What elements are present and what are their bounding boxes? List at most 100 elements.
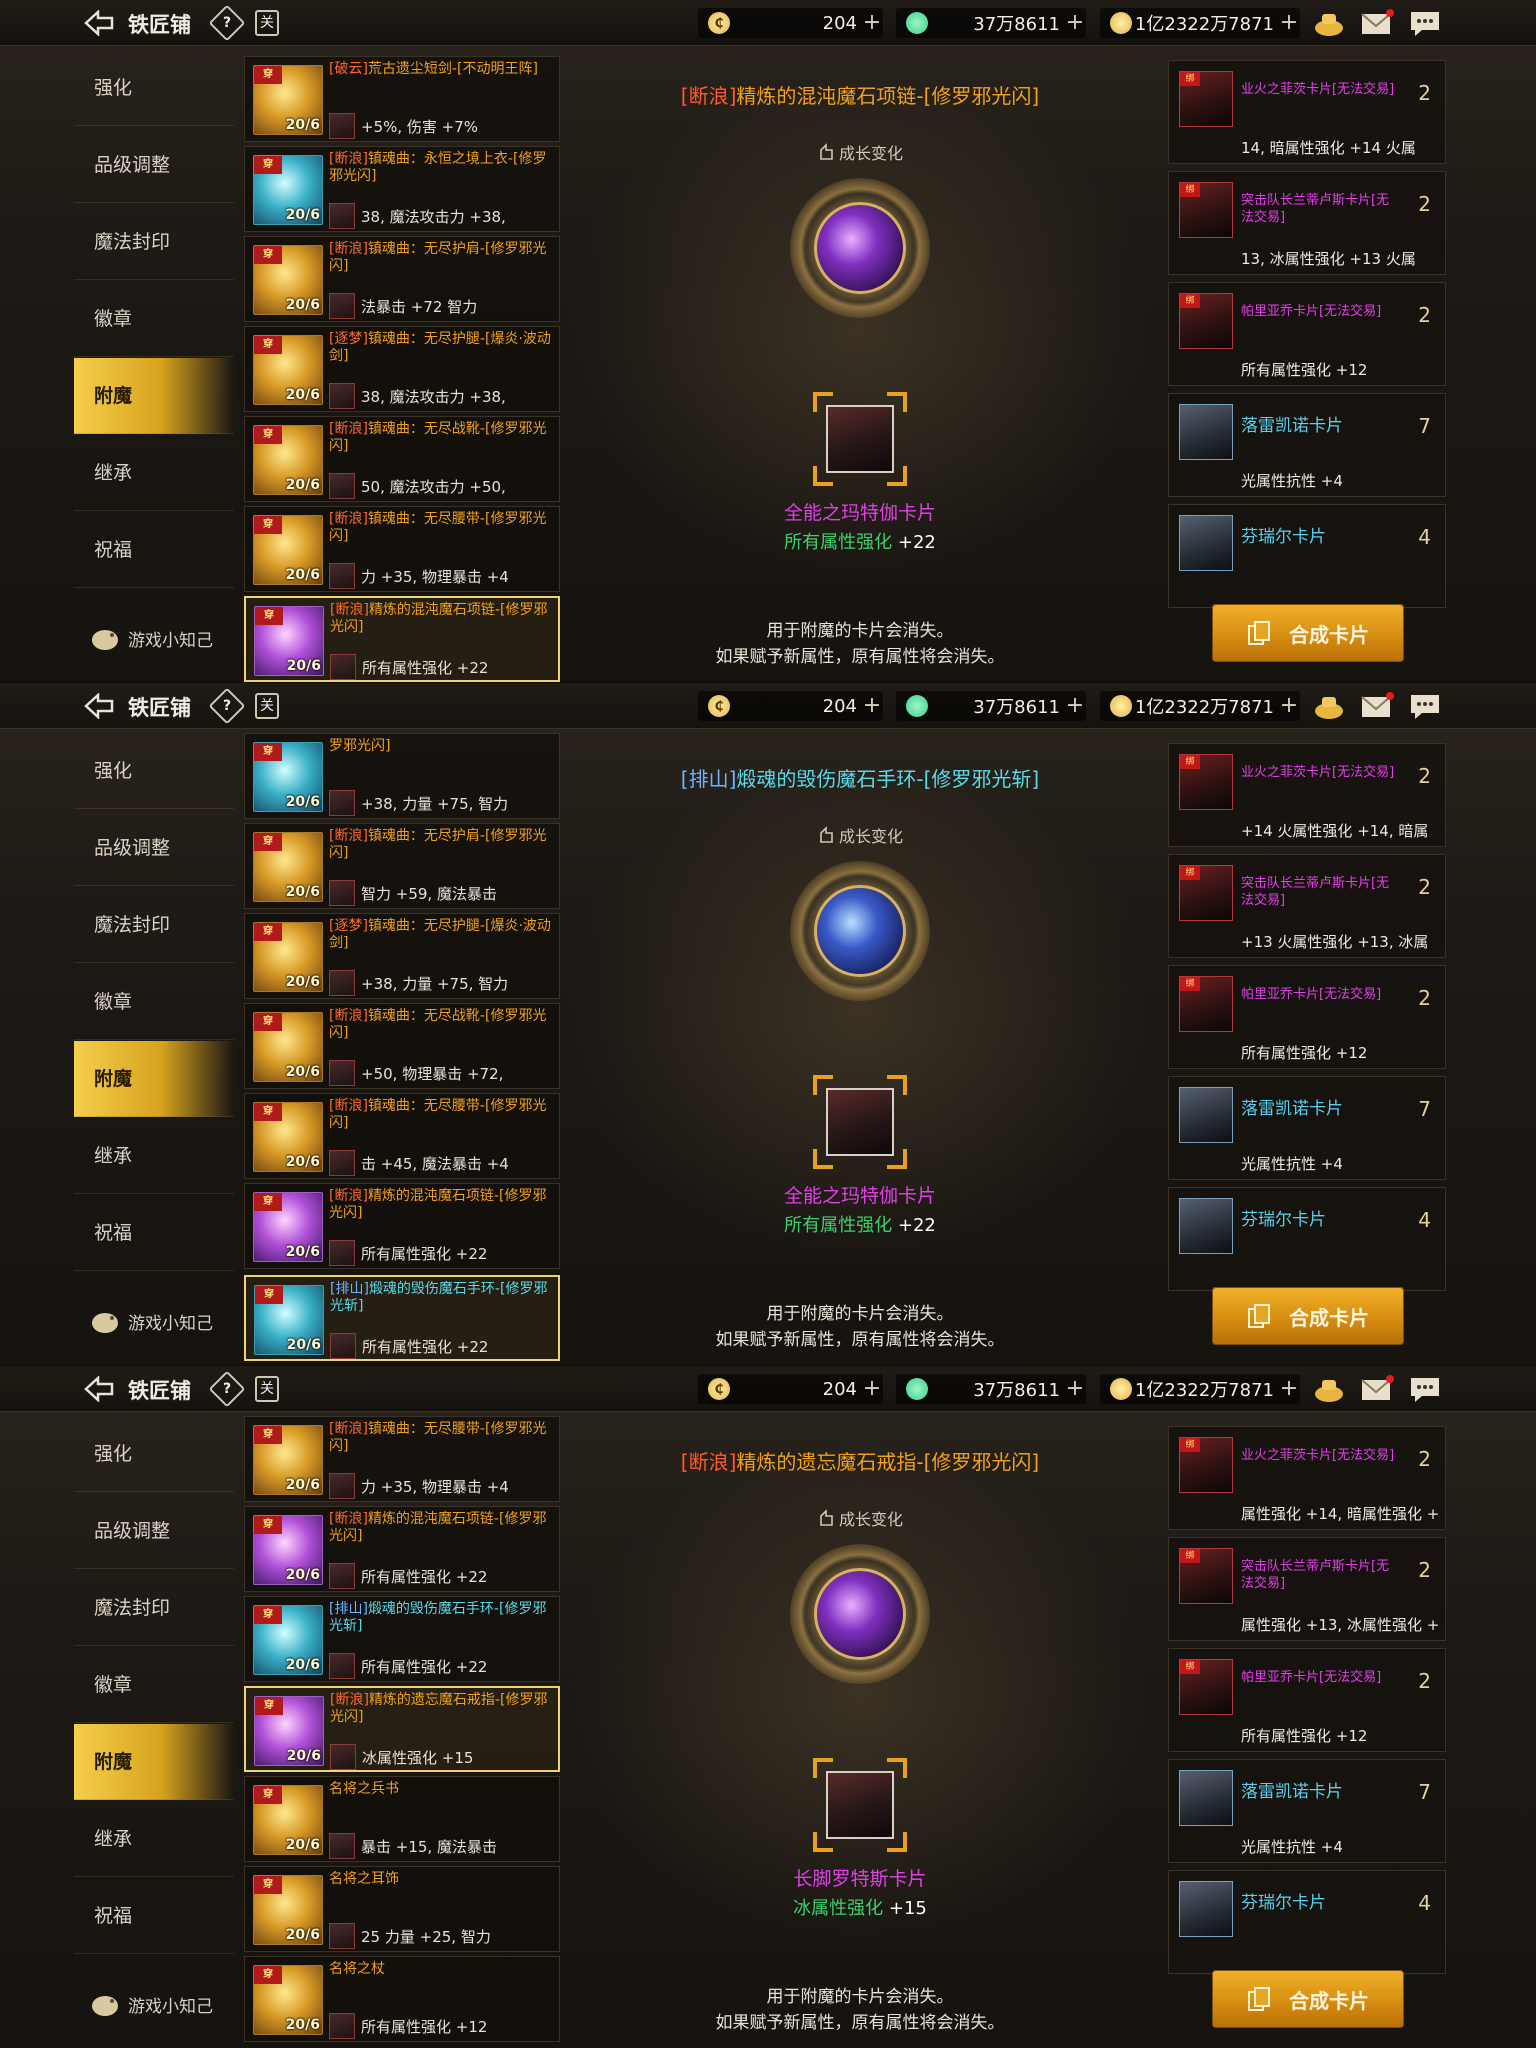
growth-change-button[interactable]: 成长变化 <box>800 823 920 847</box>
card-list-item[interactable]: 芬瑞尔卡片 4 <box>1168 1870 1446 1974</box>
card-list-item[interactable]: 绑业火之菲茨卡片[无法交易] 2 14, 暗属性强化 +14 火属 <box>1168 60 1446 164</box>
equipment-item[interactable]: 穿 20/6 [断浪]精炼的遗忘魔石戒指-[修罗邪光闪] 冰属性强化 +15 <box>244 1686 560 1772</box>
chat-icon[interactable] <box>1408 1374 1442 1404</box>
equipment-item[interactable]: 穿 20/6 [逐梦]镇魂曲：无尽护腿-[爆炎·波动剑] 38, 魔法攻击力 +38, <box>244 326 560 412</box>
mail-icon[interactable] <box>1360 691 1394 721</box>
chat-icon[interactable] <box>1408 691 1442 721</box>
money-bag-icon[interactable] <box>1312 691 1346 721</box>
equipment-item[interactable]: 穿 20/6 [破云]荒古遗尘短剑-[不动明王阵] +5%, 伤害 +7% <box>244 56 560 142</box>
mail-icon[interactable] <box>1360 1374 1394 1404</box>
back-arrow-icon[interactable] <box>82 8 116 38</box>
nav-item-5[interactable]: 继承 <box>74 1801 234 1877</box>
add-currency-button[interactable]: + <box>1064 1375 1086 1403</box>
add-currency-button[interactable]: + <box>1278 1375 1300 1403</box>
money-bag-icon[interactable] <box>1312 1374 1346 1404</box>
nav-item-3[interactable]: 徽章 <box>74 1647 234 1723</box>
card-list-item[interactable]: 绑帕里亚乔卡片[无法交易] 2 所有属性强化 +12 <box>1168 1648 1446 1752</box>
nav-item-1[interactable]: 品级调整 <box>74 810 234 886</box>
card-slot[interactable] <box>813 1075 907 1169</box>
add-currency-button[interactable]: + <box>1064 9 1086 37</box>
nav-item-2[interactable]: 魔法封印 <box>74 887 234 963</box>
nav-item-3[interactable]: 徽章 <box>74 281 234 357</box>
card-list-item[interactable]: 绑突击队长兰蒂卢斯卡片[无法交易] 2 +13 火属性强化 +13, 冰属 <box>1168 854 1446 958</box>
nav-item-2[interactable]: 魔法封印 <box>74 204 234 280</box>
selected-item-icon[interactable] <box>814 885 906 977</box>
card-slot[interactable] <box>813 392 907 486</box>
equipment-item[interactable]: 穿 20/6 [断浪]镇魂曲：无尽腰带-[修罗邪光闪] 击 +45, 魔法暴击 +4 <box>244 1093 560 1179</box>
add-currency-button[interactable]: + <box>861 9 883 37</box>
add-currency-button[interactable]: + <box>1064 692 1086 720</box>
nav-item-6[interactable]: 祝福 <box>74 1195 234 1271</box>
nav-item-0[interactable]: 强化 <box>74 50 234 126</box>
equipment-item[interactable]: 穿 20/6 [断浪]镇魂曲：永恒之境上衣-[修罗邪光闪] 38, 魔法攻击力 +38… <box>244 146 560 232</box>
nav-item-4[interactable]: 附魔 <box>74 1724 234 1800</box>
card-slot[interactable] <box>813 1758 907 1852</box>
game-tips-button[interactable]: 游戏小知己 <box>88 618 213 658</box>
card-list-item[interactable]: 绑帕里亚乔卡片[无法交易] 2 所有属性强化 +12 <box>1168 965 1446 1069</box>
nav-item-1[interactable]: 品级调整 <box>74 127 234 203</box>
equipped-badge: 穿 <box>254 1103 282 1121</box>
equipment-item[interactable]: 穿 20/6 [断浪]镇魂曲：无尽战靴-[修罗邪光闪] +50, 物理暴击 +72, <box>244 1003 560 1089</box>
nav-item-2[interactable]: 魔法封印 <box>74 1570 234 1646</box>
help-icon[interactable]: ? <box>208 4 246 42</box>
mail-icon[interactable] <box>1360 8 1394 38</box>
money-bag-icon[interactable] <box>1312 8 1346 38</box>
card-list-item[interactable]: 落雷凯诺卡片 7 光属性抗性 +4 <box>1168 1076 1446 1180</box>
equipment-item[interactable]: 穿 20/6 [断浪]精炼的混沌魔石项链-[修罗邪光闪] 所有属性强化 +22 <box>244 1183 560 1269</box>
guide-book-icon[interactable]: 关 <box>255 1376 279 1402</box>
selected-item-icon[interactable] <box>814 1568 906 1660</box>
add-currency-button[interactable]: + <box>861 1375 883 1403</box>
equipment-item[interactable]: 穿 20/6 [断浪]镇魂曲：无尽战靴-[修罗邪光闪] 50, 魔法攻击力 +50, <box>244 416 560 502</box>
equipment-item[interactable]: 穿 20/6 [断浪]镇魂曲：无尽腰带-[修罗邪光闪] 力 +35, 物理暴击 +4 <box>244 1416 560 1502</box>
equipment-item[interactable]: 穿 20/6 [断浪]镇魂曲：无尽护肩-[修罗邪光闪] 法暴击 +72 智力 <box>244 236 560 322</box>
card-list-item[interactable]: 落雷凯诺卡片 7 光属性抗性 +4 <box>1168 1759 1446 1863</box>
equipment-item[interactable]: 穿 20/6 [断浪]镇魂曲：无尽腰带-[修罗邪光闪] 力 +35, 物理暴击 +4 <box>244 506 560 592</box>
add-currency-button[interactable]: + <box>861 692 883 720</box>
selected-item-icon[interactable] <box>814 202 906 294</box>
help-icon[interactable]: ? <box>208 1370 246 1408</box>
back-arrow-icon[interactable] <box>82 1374 116 1404</box>
nav-item-0[interactable]: 强化 <box>74 733 234 809</box>
equipment-item[interactable]: 穿 20/6 名将之杖 所有属性强化 +12 <box>244 1956 560 2042</box>
nav-item-1[interactable]: 品级调整 <box>74 1493 234 1569</box>
nav-item-6[interactable]: 祝福 <box>74 1878 234 1954</box>
nav-item-4[interactable]: 附魔 <box>74 358 234 434</box>
equipment-item[interactable]: 穿 20/6 [断浪]精炼的混沌魔石项链-[修罗邪光闪] 所有属性强化 +22 <box>244 596 560 682</box>
card-list-item[interactable]: 芬瑞尔卡片 4 <box>1168 504 1446 608</box>
equipment-item[interactable]: 穿 20/6 名将之兵书 暴击 +15, 魔法暴击 <box>244 1776 560 1862</box>
chat-icon[interactable] <box>1408 8 1442 38</box>
nav-item-6[interactable]: 祝福 <box>74 512 234 588</box>
nav-item-3[interactable]: 徽章 <box>74 964 234 1040</box>
game-tips-button[interactable]: 游戏小知己 <box>88 1984 213 2024</box>
game-tips-button[interactable]: 游戏小知己 <box>88 1301 213 1341</box>
growth-change-button[interactable]: 成长变化 <box>800 1506 920 1530</box>
guide-book-icon[interactable]: 关 <box>255 693 279 719</box>
card-list-item[interactable]: 芬瑞尔卡片 4 <box>1168 1187 1446 1291</box>
guide-book-icon[interactable]: 关 <box>255 10 279 36</box>
nav-item-5[interactable]: 继承 <box>74 1118 234 1194</box>
card-list-item[interactable]: 落雷凯诺卡片 7 光属性抗性 +4 <box>1168 393 1446 497</box>
equipment-item[interactable]: 穿 20/6 [排山]煅魂的毁伤魔石手环-[修罗邪光斩] 所有属性强化 +22 <box>244 1596 560 1682</box>
card-list-item[interactable]: 绑帕里亚乔卡片[无法交易] 2 所有属性强化 +12 <box>1168 282 1446 386</box>
equipment-item[interactable]: 穿 20/6 名将之耳饰 25 力量 +25, 智力 <box>244 1866 560 1952</box>
add-currency-button[interactable]: + <box>1278 9 1300 37</box>
help-icon[interactable]: ? <box>208 687 246 725</box>
card-list-item[interactable]: 绑突击队长兰蒂卢斯卡片[无法交易] 2 属性强化 +13, 冰属性强化 + <box>1168 1537 1446 1641</box>
nav-item-5[interactable]: 继承 <box>74 435 234 511</box>
card-list-item[interactable]: 绑突击队长兰蒂卢斯卡片[无法交易] 2 13, 冰属性强化 +13 火属 <box>1168 171 1446 275</box>
synthesize-card-button[interactable]: 合成卡片 <box>1212 1287 1404 1345</box>
add-currency-button[interactable]: + <box>1278 692 1300 720</box>
nav-item-4[interactable]: 附魔 <box>74 1041 234 1117</box>
synthesize-card-button[interactable]: 合成卡片 <box>1212 1970 1404 2028</box>
card-list-item[interactable]: 绑业火之菲茨卡片[无法交易] 2 +14 火属性强化 +14, 暗属 <box>1168 743 1446 847</box>
growth-change-button[interactable]: 成长变化 <box>800 140 920 164</box>
equipment-item[interactable]: 穿 20/6 [逐梦]镇魂曲：无尽护腿-[爆炎·波动剑] +38, 力量 +75, 智… <box>244 913 560 999</box>
equipment-item[interactable]: 穿 20/6 罗邪光闪] +38, 力量 +75, 智力 <box>244 733 560 819</box>
equipment-item[interactable]: 穿 20/6 [排山]煅魂的毁伤魔石手环-[修罗邪光斩] 所有属性强化 +22 <box>244 1275 560 1361</box>
equipment-item[interactable]: 穿 20/6 [断浪]镇魂曲：无尽护肩-[修罗邪光闪] 智力 +59, 魔法暴击 <box>244 823 560 909</box>
nav-item-0[interactable]: 强化 <box>74 1416 234 1492</box>
card-list-item[interactable]: 绑业火之菲茨卡片[无法交易] 2 属性强化 +14, 暗属性强化 + <box>1168 1426 1446 1530</box>
equipment-item[interactable]: 穿 20/6 [断浪]精炼的混沌魔石项链-[修罗邪光闪] 所有属性强化 +22 <box>244 1506 560 1592</box>
synthesize-card-button[interactable]: 合成卡片 <box>1212 604 1404 662</box>
back-arrow-icon[interactable] <box>82 691 116 721</box>
